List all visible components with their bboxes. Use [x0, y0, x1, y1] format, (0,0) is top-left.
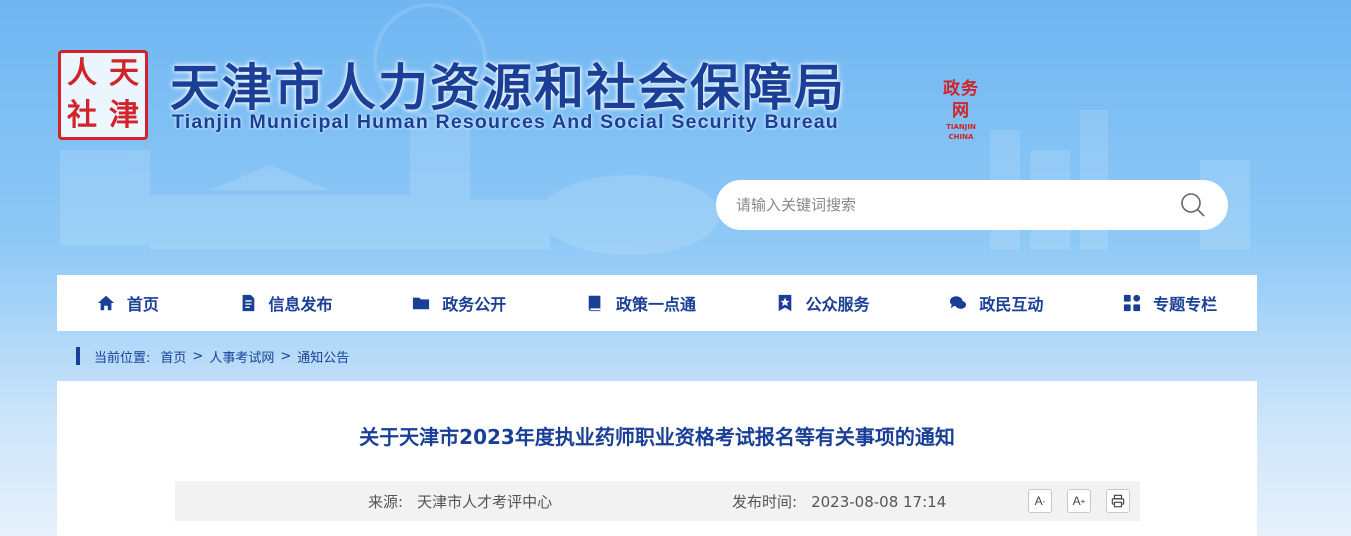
- site-subtitle: Tianjin Municipal Human Resources And So…: [172, 111, 839, 133]
- nav-item-gov-affairs[interactable]: 政务公开: [412, 291, 506, 315]
- article-panel: 关于天津市2023年度执业药师职业资格考试报名等有关事项的通知 来源: 天津市人才…: [57, 381, 1257, 536]
- article-publish-time: 发布时间: 2023-08-08 17:14: [732, 491, 946, 512]
- nav-item-label: 信息发布: [268, 295, 333, 314]
- source-value: 天津市人才考评中心: [417, 492, 553, 511]
- breadcrumb-prefix: 当前位置:: [94, 350, 151, 366]
- tianjin-gov-logo[interactable]: 政务网 TIANJIN CHINA: [935, 78, 987, 141]
- time-value: 2023-08-08 17:14: [811, 492, 947, 511]
- nav-item-policy[interactable]: 政策一点通: [586, 291, 696, 315]
- font-decrease-button[interactable]: A-: [1028, 489, 1052, 513]
- breadcrumb-separator: >: [280, 348, 292, 364]
- breadcrumb: 当前位置: 首页 > 人事考试网 > 通知公告: [76, 343, 349, 369]
- nav-item-news[interactable]: 信息发布: [239, 291, 333, 315]
- search-box: [716, 180, 1228, 230]
- folder-icon: [413, 297, 430, 310]
- star-bookmark-icon: [778, 294, 791, 312]
- seal-char: 津: [109, 98, 139, 133]
- grid-icon: [1123, 294, 1141, 312]
- nav-item-special-topics[interactable]: 专题专栏: [1123, 291, 1217, 315]
- nav-item-label: 公众服务: [805, 295, 870, 314]
- nav-item-label: 政策一点通: [615, 295, 696, 314]
- article-source: 来源: 天津市人才考评中心: [368, 491, 552, 512]
- breadcrumb-home[interactable]: 首页: [160, 347, 186, 366]
- time-label: 发布时间:: [732, 492, 798, 511]
- seal-char: 人: [67, 56, 97, 91]
- breadcrumb-separator: >: [192, 348, 204, 364]
- nav-item-home[interactable]: 首页: [97, 291, 159, 315]
- source-label: 来源:: [368, 492, 404, 511]
- nav-item-public-service[interactable]: 公众服务: [776, 291, 870, 315]
- nav-item-label: 首页: [126, 295, 159, 314]
- nav-item-label: 专题专栏: [1153, 295, 1218, 314]
- breadcrumb-marker: [76, 347, 80, 365]
- main-nav: 首页 信息发布 政务公开 政策一点通 公众服务 政民互动 专题专栏: [57, 275, 1257, 331]
- site-logo-seal[interactable]: 人 天 社 津: [58, 50, 148, 140]
- chat-icon: [950, 296, 967, 309]
- print-button[interactable]: [1106, 489, 1130, 513]
- site-header: 人 天 社 津 天津市人力资源和社会保障局 Tianjin Municipal …: [0, 0, 1351, 275]
- search-icon: [1181, 193, 1205, 217]
- mini-logo-text: 政务网: [943, 79, 979, 121]
- breadcrumb-exam-site[interactable]: 人事考试网: [209, 347, 274, 366]
- article-tools: A- A +: [1028, 489, 1130, 513]
- nav-item-label: 政务公开: [442, 295, 507, 314]
- article-meta-bar: 来源: 天津市人才考评中心 发布时间: 2023-08-08 17:14 A- A +: [175, 481, 1140, 521]
- mini-logo-sub: TIANJIN CHINA: [946, 123, 976, 141]
- document-icon: [242, 294, 254, 312]
- seal-char: 天: [109, 56, 139, 91]
- print-icon: [1111, 494, 1125, 508]
- home-icon: [97, 295, 114, 311]
- nav-item-label: 政民互动: [979, 295, 1044, 314]
- article-title: 关于天津市2023年度执业药师职业资格考试报名等有关事项的通知: [359, 425, 955, 449]
- search-input[interactable]: [736, 196, 1178, 214]
- breadcrumb-notices[interactable]: 通知公告: [297, 347, 349, 366]
- search-button[interactable]: [1178, 190, 1208, 220]
- seal-char: 社: [67, 98, 97, 133]
- nav-item-interaction[interactable]: 政民互动: [949, 291, 1043, 315]
- book-icon: [588, 295, 601, 312]
- site-title[interactable]: 天津市人力资源和社会保障局: [170, 48, 846, 120]
- font-increase-button[interactable]: A +: [1067, 489, 1091, 513]
